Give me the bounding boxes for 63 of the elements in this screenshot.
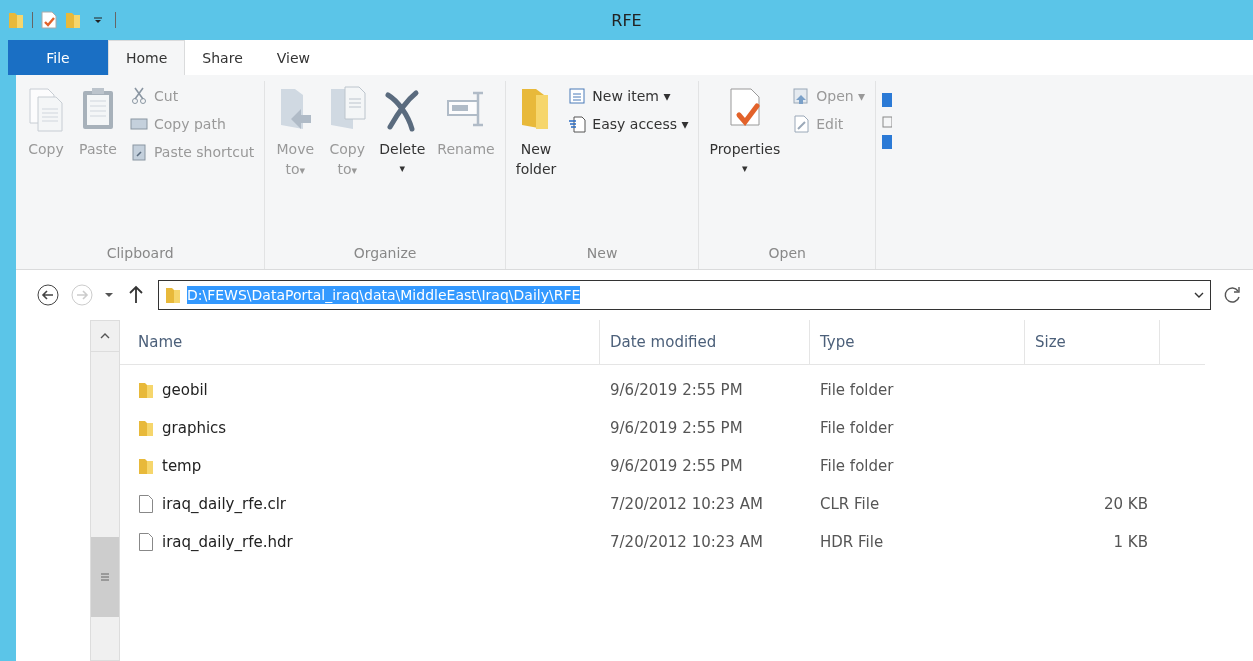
date-modified: 9/6/2019 2:55 PM [610,419,743,437]
date-modified: 9/6/2019 2:55 PM [610,381,743,399]
document-icon [568,115,587,133]
file-name: iraq_daily_rfe.clr [162,495,286,513]
date-modified: 7/20/2012 10:23 AM [610,495,763,513]
file-type: CLR File [820,495,880,513]
folder-icon [165,286,181,304]
chevron-up-icon[interactable] [100,333,110,339]
date-modified: 9/6/2019 2:55 PM [610,457,743,475]
new-item-icon [568,87,587,105]
folder-icon [138,456,154,476]
folder-icon [138,418,154,438]
file-icon [138,494,154,514]
back-icon[interactable] [36,283,60,307]
open-icon [792,87,811,105]
file-type: File folder [820,457,894,475]
file-row[interactable]: iraq_daily_rfe.hdr 7/20/2012 10:23 AM HDR File 1 KB [120,523,1205,561]
file-size: 1 KB [1113,533,1148,551]
window-title: RFE [611,10,642,30]
file-size: 20 KB [1104,495,1148,513]
edit-icon [792,115,811,133]
file-name: geobil [162,381,208,399]
file-name: iraq_daily_rfe.hdr [162,533,293,551]
file-row[interactable]: temp 9/6/2019 2:55 PM File folder [120,447,1205,485]
ribbon-tab[interactable]: Home [108,40,186,75]
file-row[interactable]: geobil 9/6/2019 2:55 PM File folder [120,371,1205,409]
file-icon [138,532,154,552]
ribbon-tab[interactable]: Share [185,40,260,75]
group-label: Organize [353,245,417,263]
clipboard-icon [130,143,148,161]
address-path: D:\FEWS\DataPortal_iraq\data\MiddleEast\Iraq\Daily\RFE [187,286,581,304]
file-tab[interactable]: File [8,40,108,75]
group-label: Open [768,245,806,263]
folder-icon [138,380,154,400]
ribbon-button[interactable]: Easy access ▾ [564,113,693,135]
file-type: HDR File [820,533,884,551]
file-row[interactable]: graphics 9/6/2019 2:55 PM File folder [120,409,1205,447]
layout-icon[interactable] [882,91,893,151]
column-header[interactable]: Type [810,320,1025,364]
file-row[interactable]: iraq_daily_rfe.clr 7/20/2012 10:23 AM CLR File 20 KB [120,485,1205,523]
chevron-down-icon[interactable] [1194,290,1204,300]
ribbon-button[interactable]: Properties ▾ [705,81,785,245]
copy-icon [26,85,66,133]
ribbon-tab[interactable]: View [259,40,327,75]
file-type: File folder [820,419,894,437]
ribbon-button[interactable]: New folder [511,81,561,245]
file-name: temp [162,457,202,475]
group-label: New [586,245,618,263]
column-header[interactable]: Date modified [600,320,810,364]
ribbon-button[interactable]: New item ▾ [564,85,693,107]
date-modified: 7/20/2012 10:23 AM [610,533,763,551]
dropdown-icon[interactable] [104,290,114,300]
path-icon [130,115,148,133]
ribbon-button[interactable]: Delete ▾ [375,81,430,245]
group-label: Clipboard [106,245,174,263]
column-header[interactable]: Size [1025,320,1160,364]
grip-icon[interactable] [100,573,110,581]
properties-icon[interactable] [41,11,57,29]
file-name: graphics [162,419,227,437]
column-header[interactable]: Name [120,320,600,364]
scrollbar[interactable] [90,320,120,661]
file-type: File folder [820,381,894,399]
scissors-icon [130,87,148,105]
